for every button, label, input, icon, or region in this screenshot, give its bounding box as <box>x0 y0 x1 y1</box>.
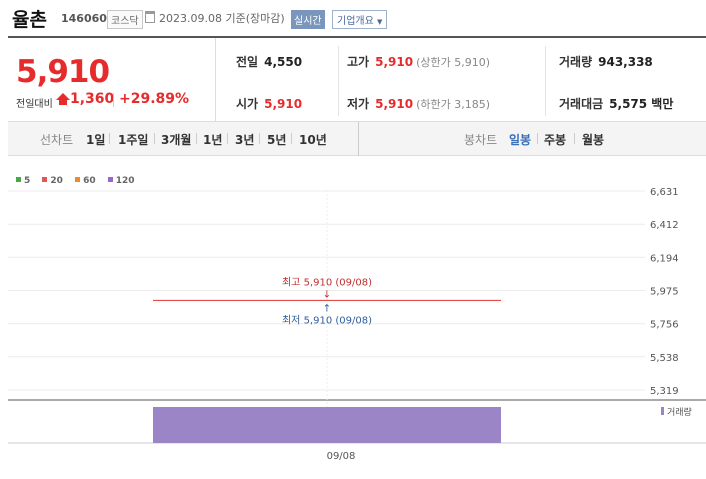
y-tick-label: 5,538 <box>650 353 679 364</box>
y-tick-label: 6,631 <box>650 187 679 198</box>
volume-legend-swatch <box>661 407 664 415</box>
low-annotation: 최저 5,910 (09/08) <box>282 314 372 326</box>
y-tick-label: 5,975 <box>650 287 679 298</box>
y-axis-ticks: 6,631 6,412 6,194 5,975 5,756 5,538 5,319 <box>650 187 679 397</box>
x-tick-label: 09/08 <box>327 451 356 462</box>
y-tick-label: 6,194 <box>650 253 679 264</box>
up-arrow-icon: ↑ <box>323 303 331 314</box>
y-tick-label: 6,412 <box>650 220 679 231</box>
volume-bar <box>153 407 501 443</box>
down-arrow-icon: ↓ <box>323 289 331 300</box>
y-tick-label: 5,756 <box>650 320 679 331</box>
y-tick-label: 5,319 <box>650 386 679 397</box>
volume-label: 거래량 <box>667 406 692 418</box>
price-chart: 6,631 6,412 6,194 5,975 5,756 5,538 5,319 최고 5… <box>8 187 706 462</box>
high-annotation: 최고 5,910 (09/08) <box>282 276 372 288</box>
